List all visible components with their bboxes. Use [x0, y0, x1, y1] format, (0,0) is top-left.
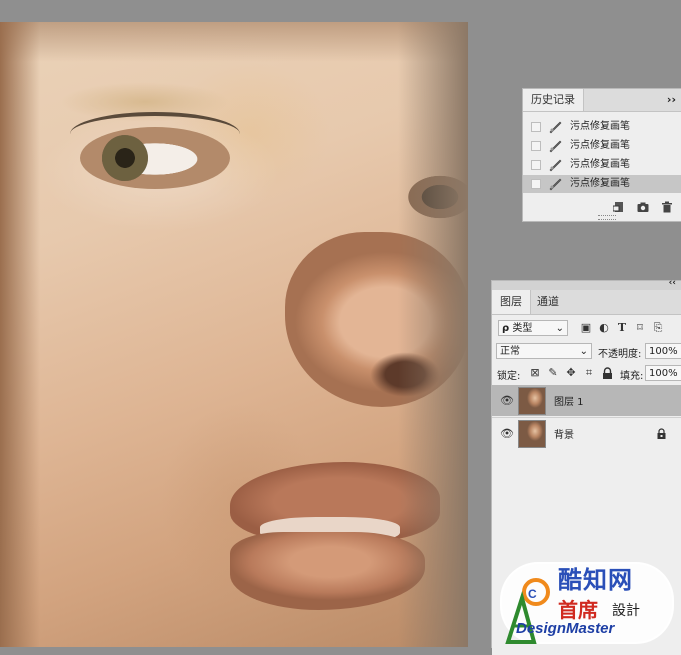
camera-icon[interactable] — [637, 201, 649, 213]
layer-thumbnail — [518, 420, 546, 448]
filter-kind-value: 类型 — [512, 323, 533, 334]
panel-header-strip: ‹‹ — [492, 278, 681, 290]
layer-name: 背景 — [554, 430, 574, 441]
photo-iris — [102, 135, 148, 181]
lock-row: 锁定: ⊠ ✎ ✥ ⌗ 填充: 100% — [492, 364, 681, 384]
blend-mode-value: 正常 — [500, 346, 520, 357]
adjustment-filter-icon[interactable]: ◐ — [598, 322, 610, 334]
lock-label: 锁定: — [497, 371, 521, 382]
history-source-checkbox[interactable] — [531, 141, 541, 151]
canvas-shading-right — [398, 22, 468, 647]
history-item-label: 污点修复画笔 — [570, 140, 630, 151]
search-icon: ρ — [502, 323, 510, 334]
panel-menu-icon[interactable]: ›› — [667, 93, 676, 106]
history-source-checkbox[interactable] — [531, 179, 541, 189]
layer-name: 图层 1 — [554, 397, 584, 408]
spot-healing-brush-icon — [549, 178, 562, 191]
layer-filter-row: ρ 类型 ⌄ ▣ ◐ T ⌑ ⎘ — [492, 319, 681, 339]
history-item[interactable]: 污点修复画笔 — [523, 118, 681, 136]
shape-filter-icon[interactable]: ⌑ — [634, 322, 646, 334]
image-filter-icon[interactable]: ▣ — [580, 322, 592, 334]
history-item-selected[interactable]: 污点修复画笔 — [523, 175, 681, 193]
lock-artboard-icon[interactable]: ⌗ — [583, 367, 595, 379]
fill-value: 100% — [649, 368, 678, 379]
blend-mode-select[interactable]: 正常 ⌄ — [496, 343, 592, 359]
history-tabbar: 历史记录 ›› — [523, 89, 681, 112]
spot-healing-brush-icon — [549, 159, 562, 172]
lock-image-pixels-icon[interactable]: ✎ — [547, 367, 559, 379]
history-item[interactable]: 污点修复画笔 — [523, 156, 681, 174]
lock-transparent-pixels-icon[interactable]: ⊠ — [529, 367, 541, 379]
opacity-label: 不透明度: — [598, 349, 642, 360]
type-filter-icon[interactable]: T — [616, 322, 628, 334]
layer-filter-select[interactable]: ρ 类型 ⌄ — [498, 320, 568, 336]
tab-channels[interactable]: 通道 — [529, 290, 567, 314]
chevron-down-icon: ⌄ — [555, 323, 564, 334]
history-footer — [523, 197, 681, 220]
history-item-label: 污点修复画笔 — [570, 159, 630, 170]
watermark-text: 設計 — [612, 603, 640, 619]
svg-text:C: C — [528, 587, 537, 601]
history-item-label: 污点修复画笔 — [570, 121, 630, 132]
layer-thumbnail — [518, 387, 546, 415]
tab-layers[interactable]: 图层 — [492, 290, 531, 314]
canvas-shading-left — [0, 22, 40, 647]
document-canvas[interactable] — [0, 22, 468, 647]
history-source-checkbox[interactable] — [531, 160, 541, 170]
opacity-value: 100% — [649, 346, 678, 357]
new-document-from-state-icon[interactable] — [613, 201, 625, 213]
layer-row[interactable]: 👁 背景 — [492, 417, 681, 449]
fill-field[interactable]: 100% — [645, 365, 681, 381]
smart-object-filter-icon[interactable]: ⎘ — [652, 322, 664, 334]
trash-icon[interactable] — [661, 201, 673, 213]
opacity-field[interactable]: 100% — [645, 343, 681, 359]
history-item[interactable]: 污点修复画笔 — [523, 137, 681, 155]
history-title: 历史记录 — [531, 93, 575, 106]
history-item-label: 污点修复画笔 — [570, 178, 630, 189]
blend-row: 正常 ⌄ 不透明度: 100% — [492, 342, 681, 362]
history-panel: 历史记录 ›› 污点修复画笔 污点修复画笔 污点修复画笔 污点修复画笔 — [522, 88, 681, 222]
spot-healing-brush-icon — [549, 121, 562, 134]
collapse-panel-icon[interactable]: ‹‹ — [669, 278, 676, 288]
layer-lock-icon[interactable] — [657, 428, 666, 439]
lock-all-icon[interactable] — [602, 367, 613, 379]
fill-label: 填充: — [620, 371, 644, 382]
tab-history[interactable]: 历史记录 — [523, 89, 584, 111]
visibility-eye-icon[interactable]: 👁 — [500, 395, 514, 406]
photo-lower-lip — [230, 532, 425, 610]
watermark-text: 首席 — [558, 598, 598, 622]
watermark-text: 酷知网 — [558, 565, 633, 594]
watermark-text: DesignMaster — [516, 620, 615, 637]
tab-channels-label: 通道 — [537, 295, 559, 308]
resize-grip[interactable] — [598, 215, 616, 220]
lock-position-icon[interactable]: ✥ — [565, 367, 577, 379]
visibility-eye-icon[interactable]: 👁 — [500, 428, 514, 439]
chevron-down-icon: ⌄ — [579, 346, 588, 357]
tab-layers-label: 图层 — [500, 295, 522, 308]
history-source-checkbox[interactable] — [531, 122, 541, 132]
layer-row[interactable]: 👁 图层 1 — [492, 385, 681, 416]
spot-healing-brush-icon — [549, 140, 562, 153]
photo-left-eye — [80, 127, 230, 189]
watermark-logo: C 酷知网 首席 設計 DesignMaster — [500, 558, 680, 646]
layers-tabbar: 图层 通道 — [492, 290, 681, 315]
